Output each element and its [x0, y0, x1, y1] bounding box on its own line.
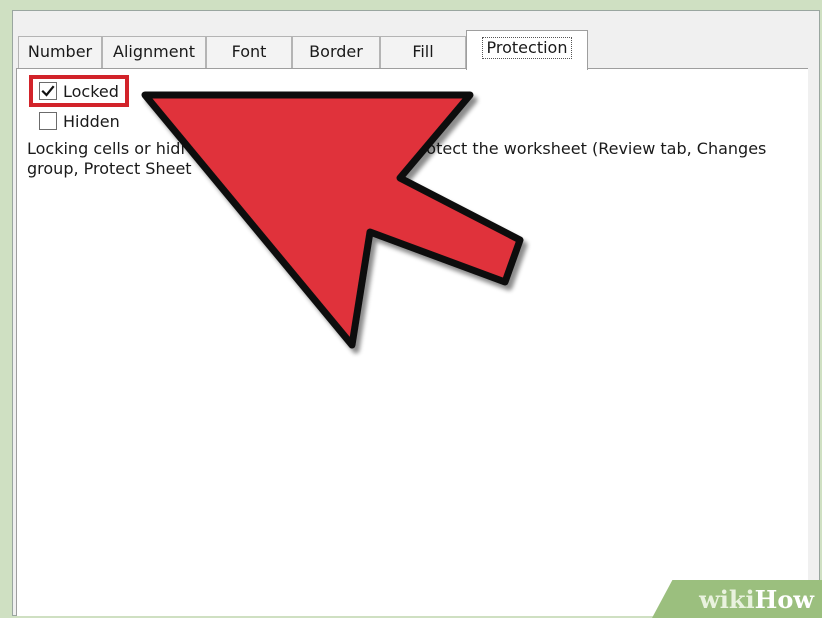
checkmark-icon — [41, 85, 55, 97]
protection-description: Locking cells or hidi ou protect the work… — [27, 139, 807, 179]
hidden-checkbox-row[interactable]: Hidden — [39, 109, 120, 133]
hidden-checkbox[interactable] — [39, 112, 57, 130]
hidden-label: Hidden — [63, 111, 120, 131]
watermark-wiki: wiki — [699, 584, 755, 614]
tab-font[interactable]: Font — [206, 36, 292, 68]
tab-strip: Number Alignment Font Border Fill Protec… — [16, 16, 806, 70]
watermark-how: How — [754, 584, 814, 614]
tab-fill[interactable]: Fill — [380, 36, 466, 68]
locked-checkbox[interactable] — [39, 82, 57, 100]
wikihow-watermark: wiki How — [652, 580, 822, 618]
description-line1-end: ou protect the worksheet (Review tab, Ch… — [384, 139, 767, 158]
tab-number-label: Number — [27, 42, 93, 61]
tab-font-label: Font — [231, 42, 267, 61]
locked-checkbox-row[interactable]: Locked — [39, 79, 119, 103]
tab-border-label: Border — [309, 42, 363, 61]
locked-label: Locked — [63, 81, 119, 101]
protection-panel: Locked Hidden Locking cells or hidi ou pr… — [16, 68, 808, 616]
description-line2: group, Protect Sheet — [27, 159, 192, 178]
description-line1-start: Locking cells or hidi — [27, 139, 185, 158]
tab-alignment[interactable]: Alignment — [102, 36, 206, 68]
tab-fill-label: Fill — [412, 42, 434, 61]
tab-alignment-label: Alignment — [113, 42, 195, 61]
tab-number[interactable]: Number — [18, 36, 102, 68]
tab-protection-label: Protection — [481, 37, 573, 59]
screenshot-frame: Number Alignment Font Border Fill Protec… — [0, 0, 822, 618]
tab-protection[interactable]: Protection — [466, 30, 588, 70]
tab-border[interactable]: Border — [292, 36, 380, 68]
